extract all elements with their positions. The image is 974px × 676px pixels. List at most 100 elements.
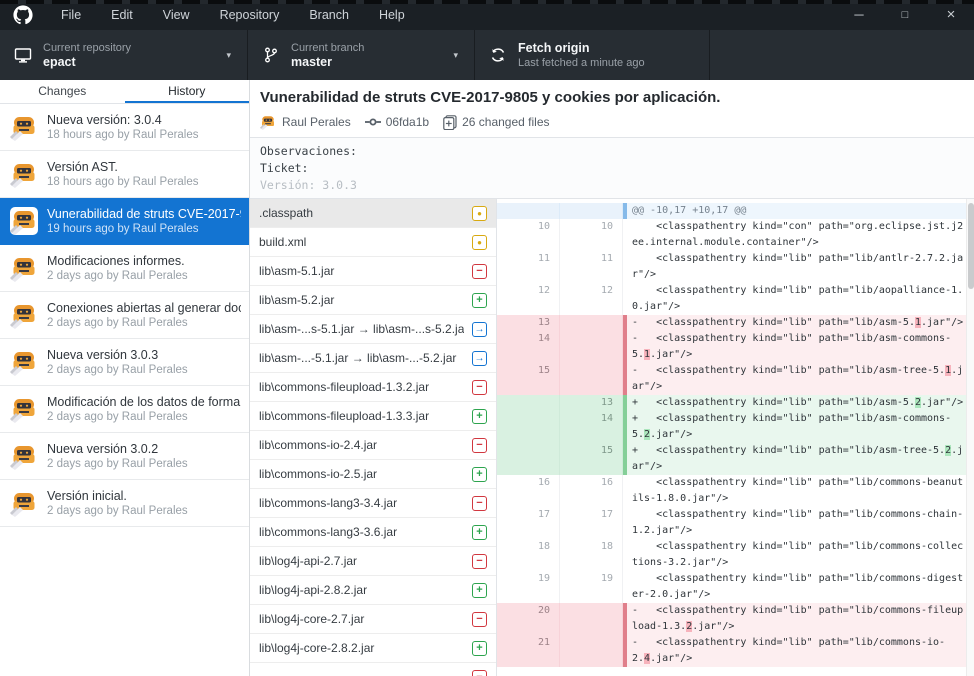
commit-sha[interactable]: 06fda1b — [386, 115, 429, 129]
file-row[interactable]: lib\log4j-core-2.8.2.jar+ — [250, 634, 496, 663]
file-name-renamed: lib\asm-...s-5.1.jar → lib\asm-...s-5.2.… — [259, 322, 464, 336]
app-body: Changes History Nueva versión: 3.0.418 h… — [0, 80, 974, 676]
file-row[interactable]: lib\log4j-core-2.7.jar− — [250, 605, 496, 634]
repository-name: epact — [43, 55, 131, 70]
diff-line-deleted: 14- <classpathentry kind="lib" path="lib… — [497, 331, 966, 363]
fetch-origin-button[interactable]: Fetch origin Last fetched a minute ago — [475, 30, 710, 80]
file-row[interactable]: build.xml● — [250, 228, 496, 257]
window-top-edge — [0, 0, 974, 4]
description-line: Ticket: — [260, 160, 964, 177]
commit-row[interactable]: Modificación de los datos de forma...2 d… — [0, 386, 249, 433]
file-name: lib\log4j-api-2.8.2.jar — [259, 583, 464, 597]
content-row: .classpath● build.xml● lib\asm-5.1.jar− … — [250, 199, 974, 676]
commit-title: Modificación de los datos de forma... — [47, 394, 241, 410]
changed-files-icon — [443, 115, 457, 130]
avatar — [10, 207, 38, 235]
commit-icon — [365, 116, 381, 128]
file-name: lib\log4j-core-2.7.jar — [259, 612, 464, 626]
deleted-icon: − — [472, 496, 487, 511]
commit-meta: 18 hours ago by Raul Perales — [47, 128, 199, 143]
diff-line-context: 1919 <classpathentry kind="lib" path="li… — [497, 571, 966, 603]
file-row[interactable]: lib\asm-5.1.jar− — [250, 257, 496, 286]
diff-line-context: 1010 <classpathentry kind="con" path="or… — [497, 219, 966, 251]
scrollbar-thumb[interactable] — [968, 203, 974, 289]
diff-lines: @@ -10,17 +10,17 @@ 1010 <classpathentry… — [497, 203, 966, 667]
diff-line-added: 15+ <classpathentry kind="lib" path="lib… — [497, 443, 966, 475]
commit-row[interactable]: Nueva versión 3.0.32 days ago by Raul Pe… — [0, 339, 249, 386]
commit-author: Raul Perales — [282, 115, 351, 129]
commit-row[interactable]: Versión AST.18 hours ago by Raul Perales — [0, 151, 249, 198]
commit-full-title: Vunerabilidad de struts CVE-2017-9805 y … — [260, 89, 964, 107]
added-icon: + — [472, 525, 487, 540]
file-row[interactable]: lib\log4j-api-2.8.2.jar + — [250, 576, 496, 605]
current-repository-button[interactable]: Current repository epact ▾ — [0, 30, 248, 80]
tab-history[interactable]: History — [125, 80, 250, 103]
diff-scrollbar[interactable] — [966, 199, 974, 676]
commit-meta: 2 days ago by Raul Perales — [47, 410, 241, 425]
file-row[interactable]: lib\asm-5.2.jar+ — [250, 286, 496, 315]
file-row[interactable]: lib\commons-lang3-3.4.jar− — [250, 489, 496, 518]
renamed-icon: → — [472, 351, 487, 366]
commit-meta: 19 hours ago by Raul Perales — [47, 222, 241, 237]
diff-view: @@ -10,17 +10,17 @@ 1010 <classpathentry… — [497, 199, 974, 676]
commit-row[interactable]: Conexiones abiertas al generar doc...2 d… — [0, 292, 249, 339]
commit-meta: 2 days ago by Raul Perales — [47, 269, 188, 284]
current-branch-button[interactable]: Current branch master ▾ — [248, 30, 475, 80]
file-row[interactable]: lib\commons-fileupload-1.3.2.jar− — [250, 373, 496, 402]
tab-changes[interactable]: Changes — [0, 80, 125, 103]
diff-hunk-header: @@ -10,17 +10,17 @@ — [497, 203, 966, 219]
commit-meta: 2 days ago by Raul Perales — [47, 363, 188, 378]
file-name-renamed: lib\asm-...-5.1.jar → lib\asm-...-5.2.ja… — [259, 351, 464, 365]
menu-file[interactable]: File — [46, 0, 96, 30]
menu-view[interactable]: View — [148, 0, 205, 30]
deleted-icon: − — [472, 264, 487, 279]
diff-line-added: 14+ <classpathentry kind="lib" path="lib… — [497, 411, 966, 443]
commit-meta: 2 days ago by Raul Perales — [47, 457, 188, 472]
file-name: lib\log4j-api-2.7.jar — [259, 554, 464, 568]
modified-icon: ● — [472, 206, 487, 221]
main-panel: Vunerabilidad de struts CVE-2017-9805 y … — [250, 80, 974, 676]
file-name: build.xml — [259, 235, 464, 249]
commit-meta: 18 hours ago by Raul Perales — [47, 175, 199, 190]
avatar — [10, 348, 38, 376]
file-row[interactable]: − — [250, 663, 496, 676]
toolbar: Current repository epact ▾ Current branc… — [0, 30, 974, 80]
menu-help[interactable]: Help — [364, 0, 420, 30]
commit-row[interactable]: Modificaciones informes.2 days ago by Ra… — [0, 245, 249, 292]
file-row[interactable]: lib\asm-...s-5.1.jar → lib\asm-...s-5.2.… — [250, 315, 496, 344]
close-button[interactable]: × — [928, 0, 974, 30]
commit-row-selected[interactable]: Vunerabilidad de struts CVE-2017-9..19 h… — [0, 198, 249, 245]
diff-line-context: 1818 <classpathentry kind="lib" path="li… — [497, 539, 966, 571]
branch-name: master — [291, 55, 364, 70]
added-icon: + — [472, 583, 487, 598]
minimize-button[interactable]: ─ — [836, 0, 882, 30]
branch-label: Current branch — [291, 41, 364, 55]
file-name: lib\log4j-core-2.8.2.jar — [259, 641, 464, 655]
file-name: lib\commons-fileupload-1.3.3.jar — [259, 409, 464, 423]
avatar — [10, 254, 38, 282]
changed-files-count: 26 changed files — [462, 115, 549, 129]
diff-line-added: 13+ <classpathentry kind="lib" path="lib… — [497, 395, 966, 411]
maximize-button[interactable]: □ — [882, 0, 928, 30]
commit-meta: 2 days ago by Raul Perales — [47, 504, 188, 519]
menu-bar: File Edit View Repository Branch Help — [46, 0, 420, 30]
branch-icon — [262, 46, 280, 64]
file-row[interactable]: lib\asm-...-5.1.jar → lib\asm-...-5.2.ja… — [250, 344, 496, 373]
menu-branch[interactable]: Branch — [294, 0, 364, 30]
commit-title: Conexiones abiertas al generar doc... — [47, 300, 241, 316]
commit-row[interactable]: Nueva versión 3.0.22 days ago by Raul Pe… — [0, 433, 249, 480]
commit-row[interactable]: Versión inicial.2 days ago by Raul Peral… — [0, 480, 249, 527]
file-name: lib\asm-5.1.jar — [259, 264, 464, 278]
menu-edit[interactable]: Edit — [96, 0, 148, 30]
file-row[interactable]: lib\commons-io-2.5.jar+ — [250, 460, 496, 489]
file-row[interactable]: lib\commons-io-2.4.jar− — [250, 431, 496, 460]
file-row[interactable]: .classpath● — [250, 199, 496, 228]
diff-line-deleted: 21- <classpathentry kind="lib" path="lib… — [497, 635, 966, 667]
file-row[interactable]: lib\log4j-api-2.7.jar− — [250, 547, 496, 576]
file-row[interactable]: lib\commons-lang3-3.6.jar+ — [250, 518, 496, 547]
window-controls: ─ □ × — [836, 0, 974, 30]
repository-monitor-icon — [14, 46, 32, 64]
file-row[interactable]: lib\commons-fileupload-1.3.3.jar+ — [250, 402, 496, 431]
commit-row[interactable]: Nueva versión: 3.0.418 hours ago by Raul… — [0, 104, 249, 151]
menu-repository[interactable]: Repository — [205, 0, 295, 30]
